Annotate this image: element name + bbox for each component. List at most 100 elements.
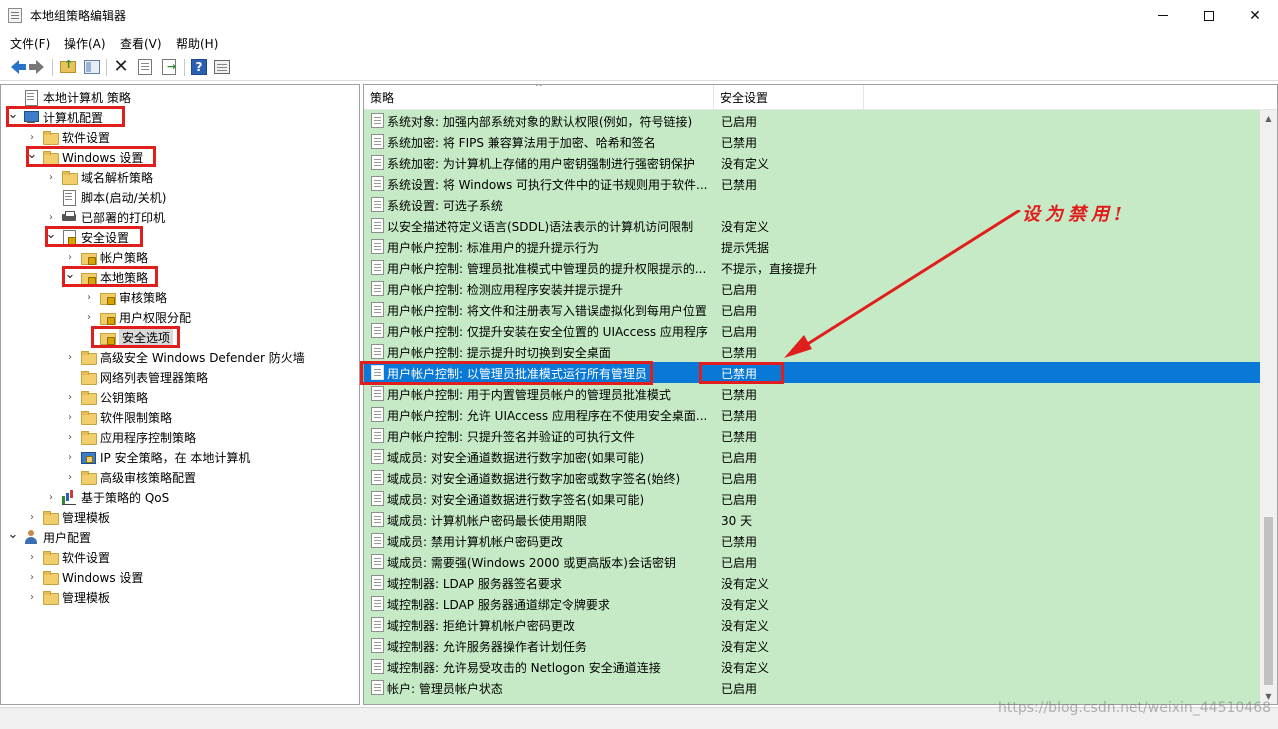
chevron-down-icon[interactable]: ⌄ bbox=[64, 267, 76, 282]
tree-node[interactable]: ⌄ Windows 设置 bbox=[26, 147, 143, 167]
chevron-right-icon[interactable]: › bbox=[26, 591, 38, 603]
policy-row[interactable]: 域控制器: LDAP 服务器签名要求 没有定义 bbox=[364, 572, 1260, 593]
column-header-setting[interactable]: 安全设置 bbox=[714, 85, 864, 109]
policy-row[interactable]: 域控制器: LDAP 服务器通道绑定令牌要求 没有定义 bbox=[364, 593, 1260, 614]
forward-button[interactable] bbox=[27, 58, 45, 76]
chevron-down-icon[interactable]: ⌄ bbox=[26, 147, 38, 162]
tree-node[interactable]: › 应用程序控制策略 bbox=[64, 427, 196, 447]
chevron-right-icon[interactable]: › bbox=[64, 411, 76, 423]
tree-node[interactable]: ⌄ 安全设置 bbox=[45, 227, 129, 247]
tree-node[interactable]: ⌄ 计算机配置 bbox=[7, 107, 103, 127]
policy-row[interactable]: 域控制器: 拒绝计算机帐户密码更改 没有定义 bbox=[364, 614, 1260, 635]
tree-node[interactable]: › 管理模板 bbox=[26, 587, 110, 607]
chevron-right-icon[interactable]: › bbox=[26, 511, 38, 523]
tree-node-label: 软件设置 bbox=[62, 550, 111, 565]
tree-node-label: Windows 设置 bbox=[62, 150, 144, 165]
policy-row[interactable]: 用户帐户控制: 标准用户的提升提示行为 提示凭据 bbox=[364, 236, 1260, 257]
tree-node[interactable]: › 审核策略 bbox=[83, 287, 167, 307]
chevron-right-icon[interactable]: › bbox=[64, 451, 76, 463]
policy-row[interactable]: 域成员: 对安全通道数据进行数字加密(如果可能) 已启用 bbox=[364, 446, 1260, 467]
chevron-right-icon[interactable]: › bbox=[64, 431, 76, 443]
chevron-down-icon[interactable]: ⌄ bbox=[45, 227, 57, 242]
delete-button[interactable]: ✕ bbox=[112, 58, 130, 76]
scroll-up-icon[interactable]: ▲ bbox=[1260, 110, 1277, 127]
tree-node[interactable]: › 域名解析策略 bbox=[45, 167, 153, 187]
policy-row[interactable]: 域控制器: 允许服务器操作者计划任务 没有定义 bbox=[364, 635, 1260, 656]
chevron-right-icon[interactable]: › bbox=[64, 251, 76, 263]
tree-node[interactable]: ⌄ 用户配置 bbox=[7, 527, 91, 547]
policy-row[interactable]: 用户帐户控制: 只提升签名并验证的可执行文件 已禁用 bbox=[364, 425, 1260, 446]
policy-row[interactable]: 系统设置: 将 Windows 可执行文件中的证书规则用于软件... 已禁用 bbox=[364, 173, 1260, 194]
chevron-right-icon[interactable]: › bbox=[64, 471, 76, 483]
policy-row[interactable]: 域成员: 禁用计算机帐户密码更改 已禁用 bbox=[364, 530, 1260, 551]
menu-file[interactable]: 文件(F) bbox=[10, 35, 50, 52]
tree-node[interactable]: › Windows 设置 bbox=[26, 567, 143, 587]
minimize-button[interactable] bbox=[1140, 0, 1186, 31]
tree-node[interactable]: › 公钥策略 bbox=[64, 387, 148, 407]
policy-row[interactable]: 系统加密: 为计算机上存储的用户密钥强制进行强密钥保护 没有定义 bbox=[364, 152, 1260, 173]
menu-help[interactable]: 帮助(H) bbox=[176, 35, 218, 52]
show-tree-button[interactable] bbox=[83, 58, 101, 76]
back-button[interactable] bbox=[6, 58, 26, 76]
tree-node[interactable]: › 基于策略的 QoS bbox=[45, 487, 169, 507]
policy-row[interactable]: 系统加密: 将 FIPS 兼容算法用于加密、哈希和签名 已禁用 bbox=[364, 131, 1260, 152]
chevron-right-icon[interactable]: › bbox=[45, 491, 57, 503]
chart-icon bbox=[61, 489, 77, 505]
tree-node[interactable]: › 帐户策略 bbox=[64, 247, 148, 267]
policy-row[interactable]: 帐户: 管理员帐户状态 已启用 bbox=[364, 677, 1260, 698]
menu-action[interactable]: 操作(A) bbox=[64, 35, 106, 52]
chevron-right-icon[interactable]: › bbox=[83, 311, 95, 323]
up-folder-icon bbox=[60, 58, 76, 73]
chevron-right-icon[interactable]: › bbox=[64, 351, 76, 363]
chevron-right-icon[interactable]: › bbox=[45, 211, 57, 223]
policy-row[interactable]: 域控制器: 允许易受攻击的 Netlogon 安全通道连接 没有定义 bbox=[364, 656, 1260, 677]
policy-row[interactable]: 用户帐户控制: 提示提升时切换到安全桌面 已禁用 bbox=[364, 341, 1260, 362]
vertical-scrollbar[interactable]: ▲ ▼ bbox=[1260, 110, 1277, 704]
tree-node[interactable]: ›脚本(启动/关机) bbox=[45, 187, 166, 207]
chevron-right-icon[interactable]: › bbox=[26, 131, 38, 143]
tree-node[interactable]: › 高级安全 Windows Defender 防火墙 bbox=[64, 347, 305, 367]
tree-node[interactable]: › IP 安全策略，在 本地计算机 bbox=[64, 447, 250, 467]
policy-row[interactable]: 用户帐户控制: 检测应用程序安装并提示提升 已启用 bbox=[364, 278, 1260, 299]
chevron-right-icon[interactable]: › bbox=[64, 391, 76, 403]
tree-node[interactable]: › 软件设置 bbox=[26, 127, 110, 147]
policy-row[interactable]: 域成员: 需要强(Windows 2000 或更高版本)会话密钥 已启用 bbox=[364, 551, 1260, 572]
policy-row[interactable]: 用户帐户控制: 用于内置管理员帐户的管理员批准模式 已禁用 bbox=[364, 383, 1260, 404]
chevron-down-icon[interactable]: ⌄ bbox=[7, 107, 19, 122]
tree-node[interactable]: › 软件限制策略 bbox=[64, 407, 172, 427]
tree-node[interactable]: ›本地计算机 策略 bbox=[7, 87, 131, 107]
help-button[interactable]: ? bbox=[190, 58, 208, 76]
chevron-down-icon[interactable]: ⌄ bbox=[7, 527, 19, 542]
tree-node[interactable]: ›网络列表管理器策略 bbox=[64, 367, 208, 387]
tree-node[interactable]: ›安全选项 bbox=[83, 327, 174, 347]
tree-node[interactable]: ⌄ 本地策略 bbox=[64, 267, 148, 287]
policy-row[interactable]: 用户帐户控制: 以管理员批准模式运行所有管理员 已禁用 bbox=[364, 362, 1260, 383]
menu-view[interactable]: 查看(V) bbox=[120, 35, 162, 52]
maximize-button[interactable] bbox=[1186, 0, 1232, 31]
up-folder-button[interactable] bbox=[59, 58, 77, 76]
tree-node[interactable]: › 用户权限分配 bbox=[83, 307, 191, 327]
column-header-policy[interactable]: 策略 ^ bbox=[364, 85, 714, 109]
close-button[interactable]: ✕ bbox=[1232, 0, 1278, 31]
policy-row[interactable]: 域成员: 计算机帐户密码最长使用期限 30 天 bbox=[364, 509, 1260, 530]
chevron-right-icon[interactable]: › bbox=[26, 571, 38, 583]
scroll-thumb[interactable] bbox=[1264, 517, 1273, 685]
export-button[interactable] bbox=[160, 58, 178, 76]
console-tree[interactable]: ›本地计算机 策略⌄计算机配置›软件设置⌄Windows 设置›域名解析策略›脚… bbox=[0, 84, 360, 705]
policy-row[interactable]: 用户帐户控制: 管理员批准模式中管理员的提升权限提示的... 不提示，直接提升 bbox=[364, 257, 1260, 278]
tree-node[interactable]: › 已部署的打印机 bbox=[45, 207, 165, 227]
policy-row[interactable]: 用户帐户控制: 将文件和注册表写入错误虚拟化到每用户位置 已启用 bbox=[364, 299, 1260, 320]
chevron-right-icon[interactable]: › bbox=[26, 551, 38, 563]
policy-row[interactable]: 用户帐户控制: 允许 UIAccess 应用程序在不使用安全桌面... 已禁用 bbox=[364, 404, 1260, 425]
tree-node[interactable]: › 管理模板 bbox=[26, 507, 110, 527]
policy-row[interactable]: 域成员: 对安全通道数据进行数字加密或数字签名(始终) 已启用 bbox=[364, 467, 1260, 488]
policy-row[interactable]: 系统对象: 加强内部系统对象的默认权限(例如，符号链接) 已启用 bbox=[364, 110, 1260, 131]
policy-row[interactable]: 域成员: 对安全通道数据进行数字签名(如果可能) 已启用 bbox=[364, 488, 1260, 509]
properties-button[interactable] bbox=[136, 58, 154, 76]
policy-row[interactable]: 用户帐户控制: 仅提升安装在安全位置的 UIAccess 应用程序 已启用 bbox=[364, 320, 1260, 341]
tree-node[interactable]: › 高级审核策略配置 bbox=[64, 467, 196, 487]
chevron-right-icon[interactable]: › bbox=[45, 171, 57, 183]
tree-node[interactable]: › 软件设置 bbox=[26, 547, 110, 567]
view-button[interactable] bbox=[213, 58, 231, 76]
chevron-right-icon[interactable]: › bbox=[83, 291, 95, 303]
